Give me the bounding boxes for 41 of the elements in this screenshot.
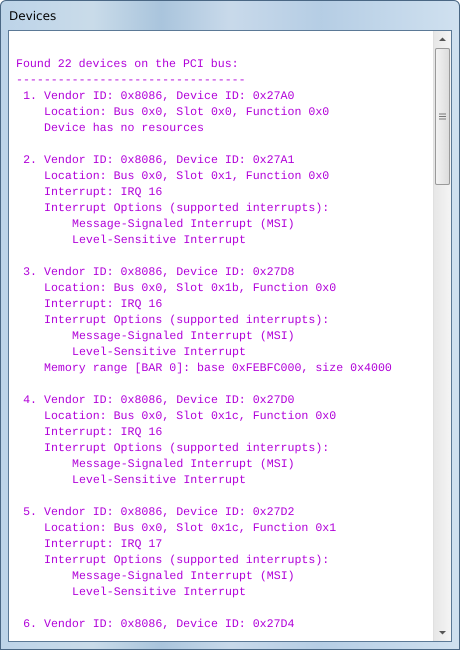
device-detail-line: Location: Bus 0x0, Slot 0x0, Function 0x0 <box>44 105 330 121</box>
device-number: 4. <box>22 393 38 409</box>
interrupt-option-line: Message-Signaled Interrupt (MSI) <box>72 217 295 233</box>
device-detail-line: Memory range [BAR 0]: base 0xFEBFC000, size 0x4000 <box>44 361 392 377</box>
device-detail-line: Location: Bus 0x0, Slot 0x1c, Function 0x1 <box>44 521 336 537</box>
device-number: 1. <box>22 89 38 105</box>
device-number: 2. <box>22 153 38 169</box>
interrupt-option-line: Level-Sensitive Interrupt <box>72 345 246 361</box>
interrupt-option-line: Message-Signaled Interrupt (MSI) <box>72 329 295 345</box>
device-number: 6. <box>22 617 38 633</box>
device-title: Vendor ID: 0x8086, Device ID: 0x27D4 <box>44 617 294 633</box>
device-detail-line: Location: Bus 0x0, Slot 0x1c, Function 0x0 <box>44 409 336 425</box>
interrupt-option-line: Message-Signaled Interrupt (MSI) <box>72 457 295 473</box>
separator-line: --------------------------------- <box>16 73 246 89</box>
device-detail-line: Interrupt: IRQ 16 <box>44 297 162 313</box>
device-detail-line: Device has no resources <box>44 121 204 137</box>
device-detail-line: Interrupt: IRQ 16 <box>44 425 162 441</box>
device-title: Vendor ID: 0x8086, Device ID: 0x27A1 <box>44 153 294 169</box>
device-title: Vendor ID: 0x8086, Device ID: 0x27D2 <box>44 505 294 521</box>
scrollbar[interactable] <box>433 31 451 641</box>
device-detail-line: Location: Bus 0x0, Slot 0x1, Function 0x0 <box>44 169 330 185</box>
interrupt-option-line: Level-Sensitive Interrupt <box>72 233 246 249</box>
device-detail-line: Interrupt Options (supported interrupts): <box>44 201 330 217</box>
device-title: Vendor ID: 0x8086, Device ID: 0x27D0 <box>44 393 294 409</box>
window-title: Devices <box>8 8 56 22</box>
device-detail-line: Interrupt Options (supported interrupts): <box>44 553 330 569</box>
device-title: Vendor ID: 0x8086, Device ID: 0x27D8 <box>44 265 294 281</box>
header-line: Found 22 devices on the PCI bus: <box>16 57 239 73</box>
interrupt-option-line: Level-Sensitive Interrupt <box>72 585 246 601</box>
device-detail-line: Interrupt Options (supported interrupts): <box>44 441 330 457</box>
interrupt-option-line: Message-Signaled Interrupt (MSI) <box>72 569 295 585</box>
device-number: 3. <box>22 265 38 281</box>
scrollbar-thumb[interactable] <box>435 48 450 185</box>
device-detail-line: Interrupt: IRQ 17 <box>44 537 162 553</box>
interrupt-option-line: Level-Sensitive Interrupt <box>72 473 246 489</box>
device-detail-line: Interrupt: IRQ 16 <box>44 185 162 201</box>
device-detail-line: Interrupt Options (supported interrupts): <box>44 313 330 329</box>
device-number: 5. <box>22 505 38 521</box>
device-detail-line: Location: Bus 0x0, Slot 0x1b, Function 0x0 <box>44 281 336 297</box>
grip-icon <box>439 113 446 120</box>
device-title: Vendor ID: 0x8086, Device ID: 0x27A0 <box>44 89 294 105</box>
